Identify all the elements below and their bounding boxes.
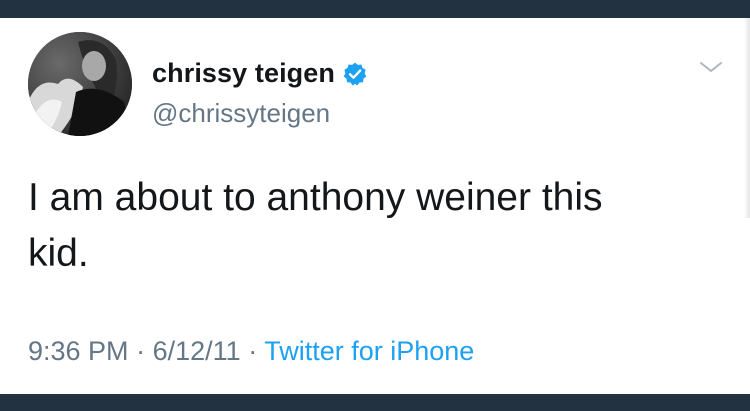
tweet-card[interactable]: chrissy teigen @chrissyteigen I am about… bbox=[0, 18, 750, 394]
verified-badge-icon bbox=[342, 61, 368, 87]
tweet-time[interactable]: 9:36 PM bbox=[28, 336, 129, 366]
avatar[interactable] bbox=[28, 32, 132, 136]
tweet-meta: 9:36 PM · 6/12/11 · Twitter for iPhone bbox=[28, 336, 474, 367]
tweet-date[interactable]: 6/12/11 bbox=[153, 336, 241, 366]
display-name[interactable]: chrissy teigen bbox=[152, 58, 335, 89]
meta-separator: · bbox=[136, 336, 146, 366]
meta-separator: · bbox=[248, 336, 258, 366]
tweet-text: I am about to anthony weiner this kid. bbox=[28, 176, 603, 275]
author-row: chrissy teigen bbox=[152, 58, 368, 89]
handle[interactable]: @chrissyteigen bbox=[152, 98, 330, 129]
chevron-down-icon[interactable] bbox=[697, 56, 725, 78]
tweet-source[interactable]: Twitter for iPhone bbox=[264, 336, 474, 366]
screenshot-frame: chrissy teigen @chrissyteigen I am about… bbox=[0, 0, 750, 411]
